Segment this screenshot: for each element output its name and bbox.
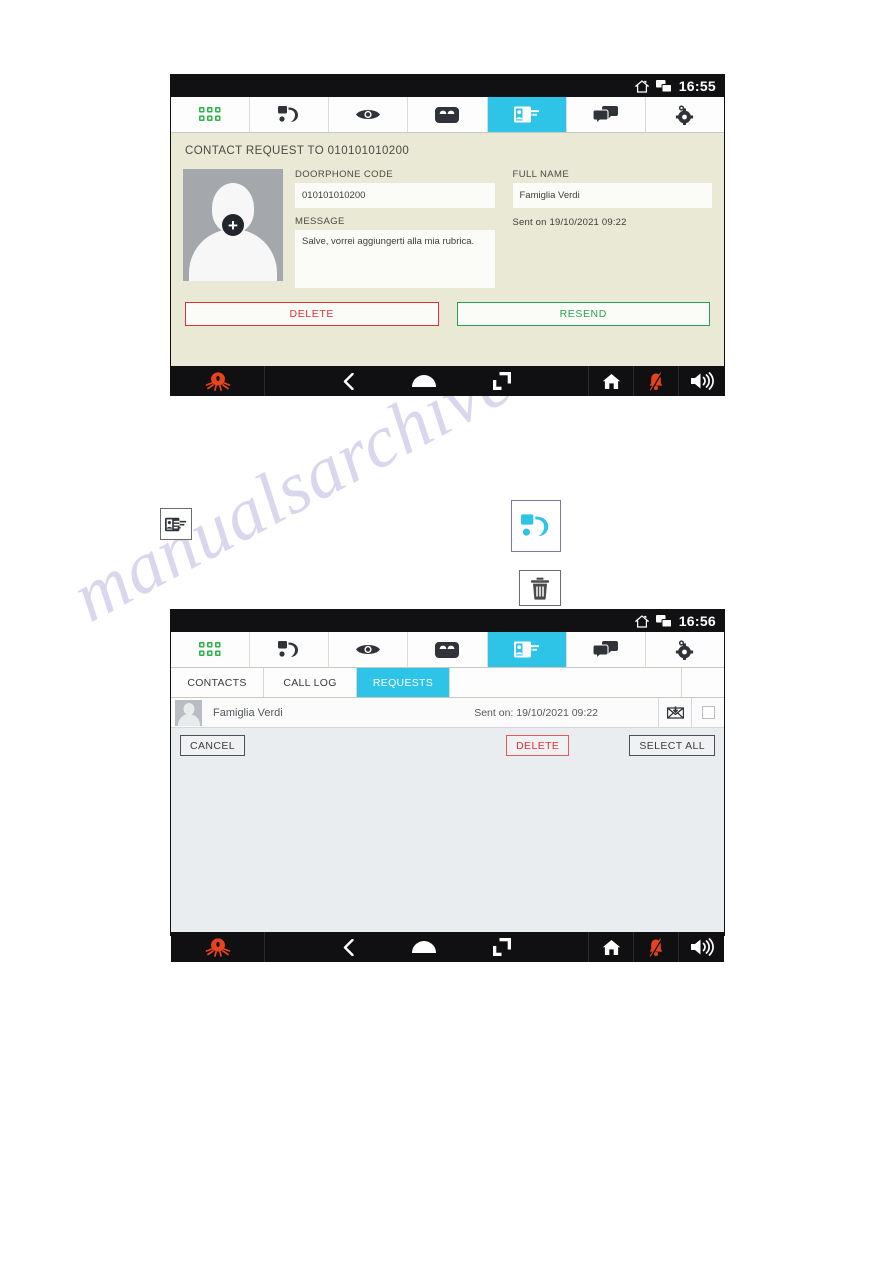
octopus-logo-icon[interactable] [171, 932, 265, 962]
device-screenshot-one: 16:55 CONTACT REQUEST TO 010101010200 + … [170, 74, 725, 396]
tab-messages[interactable] [566, 632, 646, 667]
status-time: 16:55 [678, 78, 716, 94]
octopus-logo-icon[interactable] [171, 366, 265, 396]
tab-surveillance[interactable] [329, 632, 409, 667]
phone-handset-icon [521, 514, 549, 537]
speaker-volume-icon[interactable] [679, 932, 724, 962]
sub-tab-bar: CONTACTS CALL LOG REQUESTS [171, 668, 724, 698]
inline-calls-icon-box [511, 500, 561, 552]
home-icon [634, 614, 649, 628]
action-buttons: DELETE RESEND [183, 302, 712, 326]
full-name-label: FULL NAME [512, 169, 570, 180]
tab-contacts[interactable] [487, 97, 567, 132]
select-checkbox-cell[interactable] [691, 697, 724, 728]
contact-card-icon [165, 517, 187, 531]
screens-icon [655, 79, 672, 93]
cancel-button[interactable]: CANCEL [180, 735, 245, 756]
contact-request-panel: CONTACT REQUEST TO 010101010200 + DOORPH… [171, 133, 724, 366]
nav-mid-group-2 [265, 932, 589, 962]
avatar-body [189, 229, 277, 281]
sub-tab-call-log[interactable]: CALL LOG [264, 668, 357, 697]
gear-icon [674, 639, 696, 660]
speaker-volume-icon[interactable] [679, 366, 724, 396]
system-nav-bar-2 [171, 932, 724, 962]
eye-icon [355, 107, 381, 122]
gear-icon [674, 104, 696, 125]
system-nav-bar [171, 366, 724, 396]
sub-tab-end [682, 668, 724, 697]
trash-icon [531, 577, 549, 600]
sent-envelope-icon [666, 706, 684, 720]
sent-envelope-cell [658, 697, 691, 728]
status-time-2: 16:56 [678, 613, 716, 629]
main-tab-bar [171, 97, 724, 133]
house-icon[interactable] [589, 366, 634, 396]
chat-bubbles-icon [593, 106, 619, 123]
phone-handset-icon [278, 105, 300, 124]
recents-icon[interactable] [492, 938, 511, 956]
sent-timestamp: Sent on 19/10/2021 09:22 [512, 217, 627, 228]
sub-tab-requests[interactable]: REQUESTS [357, 668, 450, 697]
doorphone-code-field[interactable]: 010101010200 [295, 183, 495, 208]
nav-mid-group [265, 366, 589, 396]
select-checkbox[interactable] [701, 706, 715, 719]
status-bar-2: 16:56 [171, 610, 724, 632]
avatar[interactable]: + [183, 169, 283, 281]
delete-button[interactable]: DELETE [185, 302, 439, 326]
message-label: MESSAGE [295, 216, 345, 227]
contact-card-icon [513, 106, 540, 123]
back-chevron-icon[interactable] [343, 372, 355, 390]
phone-handset-icon [278, 640, 300, 659]
tab-calls[interactable] [250, 632, 330, 667]
inline-contact-card-icon-box [160, 508, 192, 540]
chat-bubbles-icon [593, 641, 619, 658]
tab-voicemail[interactable] [408, 632, 488, 667]
house-icon[interactable] [589, 932, 634, 962]
list-item[interactable]: Famiglia Verdi Sent on: 19/10/2021 09:22 [171, 697, 724, 728]
tab-surveillance[interactable] [329, 97, 409, 132]
tab-keypad[interactable] [171, 632, 251, 667]
device-screenshot-two: 16:56 CONTACTS CALL LOG REQUESTS Famigli… [170, 609, 725, 962]
home-arch-icon[interactable] [411, 374, 437, 388]
tab-settings[interactable] [645, 632, 724, 667]
answering-machine-icon [435, 641, 460, 658]
request-sent-timestamp: Sent on: 19/10/2021 09:22 [474, 706, 598, 719]
sub-tab-filler [450, 668, 682, 697]
doorphone-code-label: DOORPHONE CODE [295, 169, 393, 180]
back-chevron-icon[interactable] [343, 938, 355, 956]
home-arch-icon[interactable] [411, 940, 437, 954]
requests-list-panel: Famiglia Verdi Sent on: 19/10/2021 09:22… [171, 697, 724, 932]
full-name-field[interactable]: Famiglia Verdi [512, 183, 712, 208]
tab-messages[interactable] [566, 97, 646, 132]
page-title: CONTACT REQUEST TO 010101010200 [185, 145, 410, 157]
avatar-body [177, 713, 200, 726]
avatar [175, 699, 202, 726]
sub-tab-contacts[interactable]: CONTACTS [171, 668, 264, 697]
tab-settings[interactable] [645, 97, 724, 132]
select-all-button[interactable]: SELECT ALL [629, 735, 715, 756]
recents-icon[interactable] [492, 372, 511, 390]
keypad-grid-icon [199, 641, 221, 658]
tab-contacts[interactable] [487, 632, 567, 667]
bell-muted-icon[interactable] [634, 932, 679, 962]
tab-calls[interactable] [250, 97, 330, 132]
avatar-add-icon[interactable]: + [222, 214, 244, 236]
bell-muted-icon[interactable] [634, 366, 679, 396]
screens-icon [655, 614, 672, 628]
tab-keypad[interactable] [171, 97, 251, 132]
contact-card-icon [513, 641, 540, 658]
status-bar: 16:55 [171, 75, 724, 97]
request-contact-name: Famiglia Verdi [213, 706, 283, 719]
tab-voicemail[interactable] [408, 97, 488, 132]
main-tab-bar-2 [171, 632, 724, 668]
keypad-grid-icon [199, 106, 221, 123]
inline-trash-icon-box [519, 570, 561, 606]
eye-icon [355, 642, 381, 657]
message-field[interactable]: Salve, vorrei aggiungerti alla mia rubri… [295, 230, 495, 288]
answering-machine-icon [435, 106, 460, 123]
resend-button[interactable]: RESEND [456, 302, 710, 326]
home-icon [634, 79, 649, 93]
list-action-buttons: CANCEL DELETE SELECT ALL [171, 728, 724, 763]
delete-button[interactable]: DELETE [506, 735, 570, 756]
